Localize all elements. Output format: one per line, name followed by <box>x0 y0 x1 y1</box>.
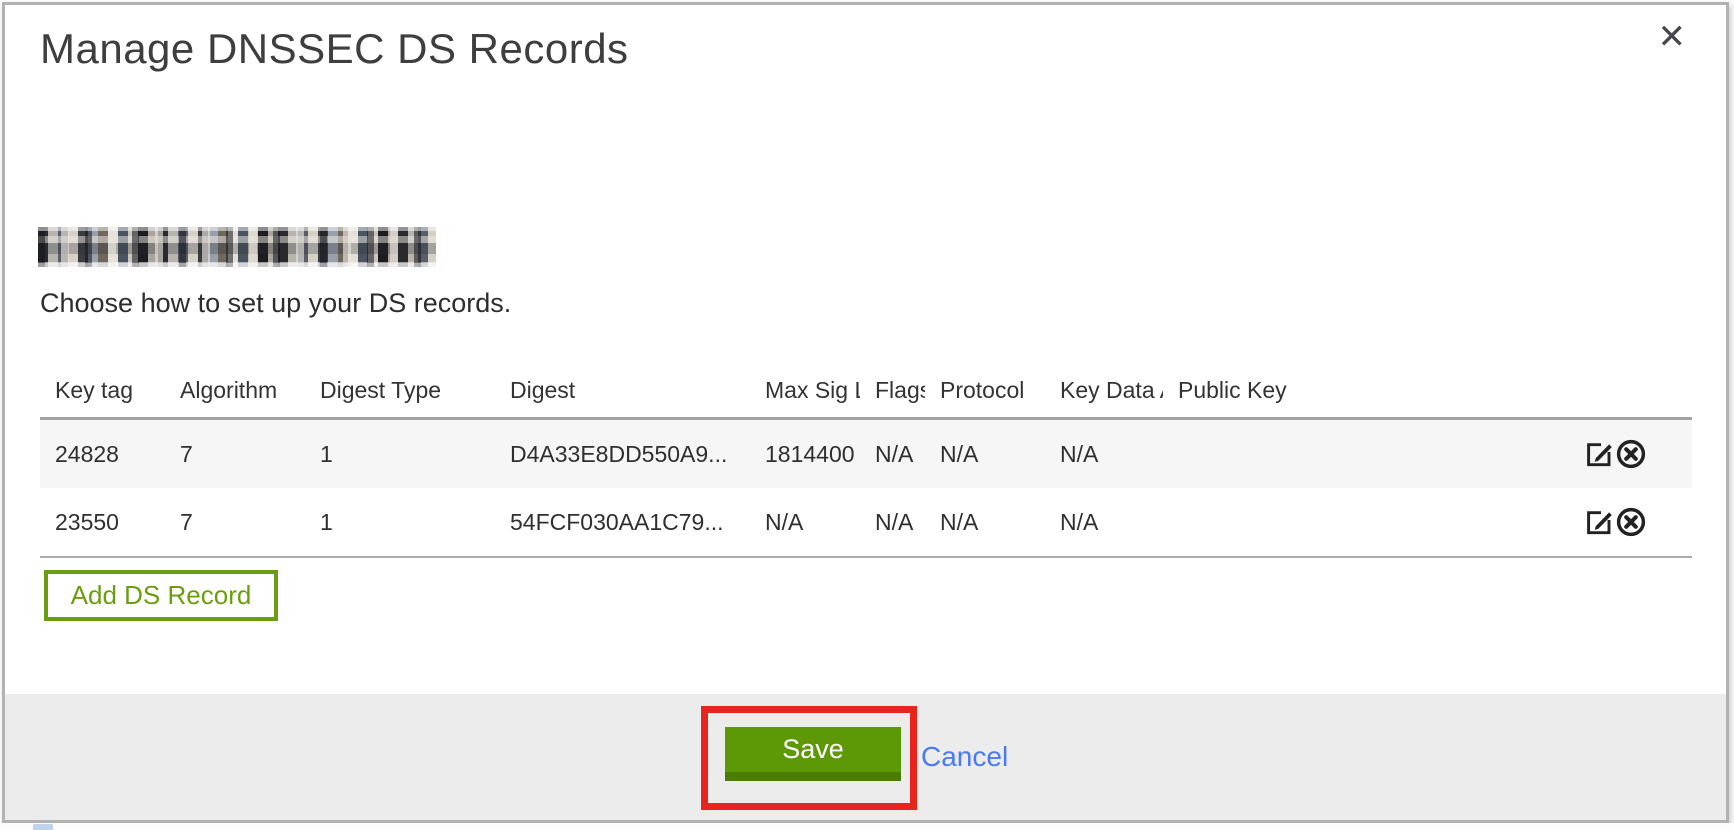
cell-digest: 54FCF030AA1C79... <box>495 488 750 557</box>
dialog-footer: Save Cancel <box>5 694 1726 820</box>
background-content-fragment <box>33 824 53 830</box>
cell-protocol: N/A <box>925 488 1045 557</box>
cell-public-key <box>1163 419 1577 489</box>
add-ds-record-button[interactable]: Add DS Record <box>44 570 278 621</box>
cell-key-data-alg: N/A <box>1045 419 1163 489</box>
page-title: Manage DNSSEC DS Records <box>40 25 629 73</box>
cell-algorithm: 7 <box>165 488 305 557</box>
col-header-key-tag: Key tag <box>40 363 165 419</box>
cell-max-sig-life: N/A <box>750 488 860 557</box>
delete-record-icon[interactable] <box>1615 506 1647 538</box>
col-header-actions <box>1577 363 1692 419</box>
cell-digest: D4A33E8DD550A9... <box>495 419 750 489</box>
row-actions <box>1577 488 1692 557</box>
x-circle-icon <box>1615 438 1647 470</box>
background-page-sliver <box>0 823 1734 830</box>
save-button[interactable]: Save <box>725 727 901 781</box>
cell-digest-type: 1 <box>305 419 495 489</box>
col-header-flags: Flags <box>860 363 925 419</box>
ds-records-table: Key tag Algorithm Digest Type Digest Max… <box>40 363 1692 558</box>
table-row: 24828 7 1 D4A33E8DD550A9... 1814400 N/A … <box>40 419 1692 489</box>
cell-public-key <box>1163 488 1577 557</box>
pencil-square-icon <box>1583 438 1615 470</box>
cancel-link[interactable]: Cancel <box>921 741 1008 773</box>
col-header-max-sig-life: Max Sig Life <box>750 363 860 419</box>
cell-flags: N/A <box>860 419 925 489</box>
instruction-text: Choose how to set up your DS records. <box>40 288 511 319</box>
col-header-digest: Digest <box>495 363 750 419</box>
domain-name-redacted <box>38 227 436 267</box>
close-icon[interactable]: ✕ <box>1652 19 1693 55</box>
col-header-public-key: Public Key <box>1163 363 1577 419</box>
col-header-key-data-alg: Key Data Alg <box>1045 363 1163 419</box>
table-row: 23550 7 1 54FCF030AA1C79... N/A N/A N/A … <box>40 488 1692 557</box>
cell-flags: N/A <box>860 488 925 557</box>
cell-key-data-alg: N/A <box>1045 488 1163 557</box>
cell-key-tag: 24828 <box>40 419 165 489</box>
col-header-protocol: Protocol <box>925 363 1045 419</box>
cell-digest-type: 1 <box>305 488 495 557</box>
cell-algorithm: 7 <box>165 419 305 489</box>
delete-record-icon[interactable] <box>1615 438 1647 470</box>
cell-max-sig-life: 1814400 <box>750 419 860 489</box>
edit-record-icon[interactable] <box>1583 506 1615 538</box>
col-header-digest-type: Digest Type <box>305 363 495 419</box>
row-actions <box>1577 419 1692 489</box>
x-circle-icon <box>1615 506 1647 538</box>
col-header-algorithm: Algorithm <box>165 363 305 419</box>
cell-key-tag: 23550 <box>40 488 165 557</box>
table-header-row: Key tag Algorithm Digest Type Digest Max… <box>40 363 1692 419</box>
dnssec-dialog: ✕ Manage DNSSEC DS Records Choose how to… <box>2 2 1729 823</box>
edit-record-icon[interactable] <box>1583 438 1615 470</box>
cell-protocol: N/A <box>925 419 1045 489</box>
pencil-square-icon <box>1583 506 1615 538</box>
